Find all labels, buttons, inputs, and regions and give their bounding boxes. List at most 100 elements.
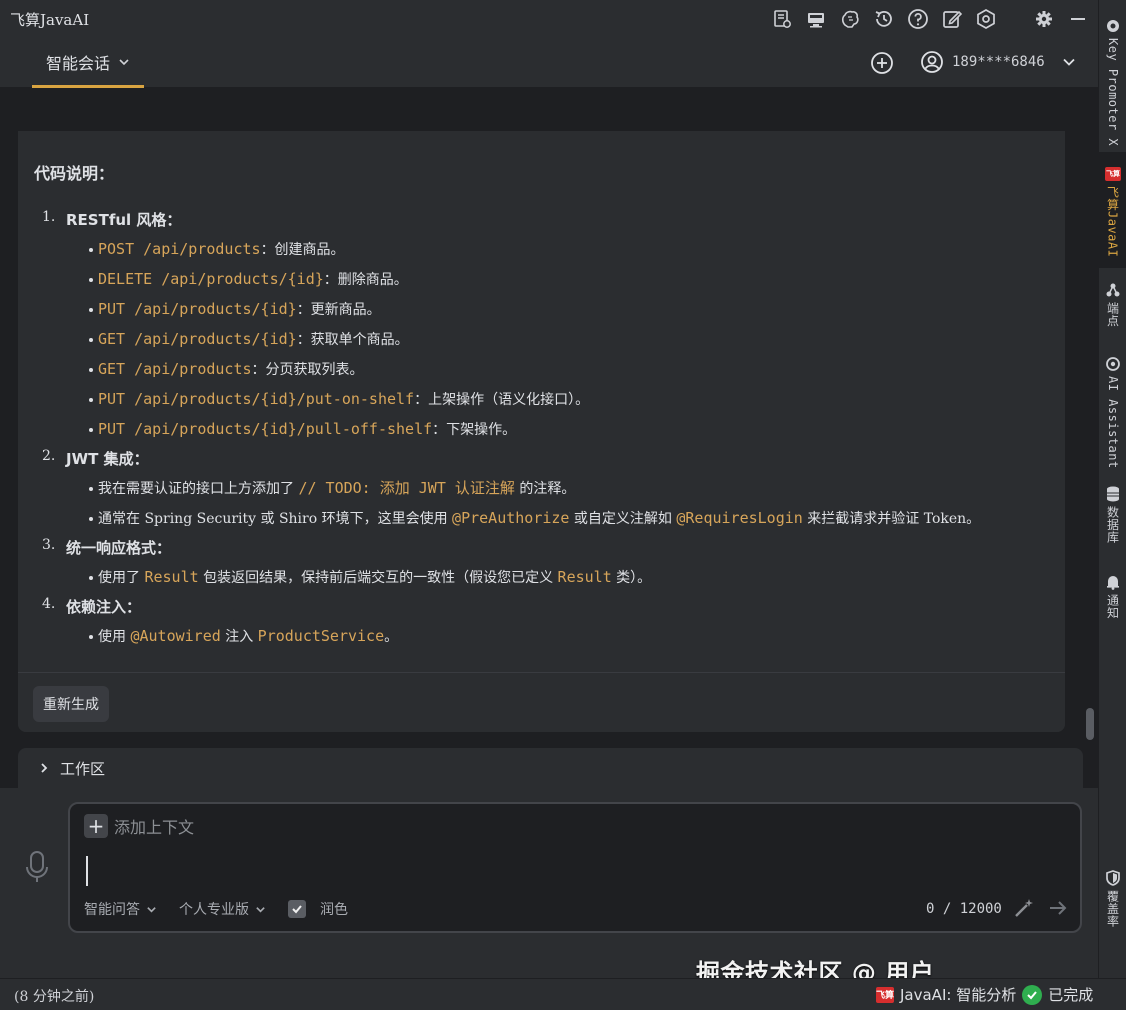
workspace-panel-header[interactable]: 工作区 <box>18 748 1083 788</box>
explanation-section: 3. 统一响应格式： 使用了 Result 包装返回结果，保持前后端交互的一致性（假… <box>34 534 1044 593</box>
text-segment: ：上架操作（语义化接口）。 <box>414 392 590 408</box>
explanation-section: 1. RESTful 风格： POST /api/products：创建商品。 DEL… <box>34 206 1044 445</box>
feisuan-logo-icon: 飞算 <box>876 986 894 1003</box>
text-segment: 包装返回结果，保持前后端交互的一致性（假设您已定义 <box>198 570 558 586</box>
tool-label: 端点 <box>1105 302 1120 327</box>
history-icon[interactable] <box>872 7 896 31</box>
message-actions: 重新生成 <box>18 672 1065 732</box>
monitor-icon[interactable] <box>804 7 828 31</box>
text-caret <box>86 856 88 886</box>
bullet-item: GET /api/products：分页获取列表。 <box>66 355 1044 385</box>
workspace-label: 工作区 <box>60 759 106 778</box>
bell-icon <box>1105 574 1121 590</box>
tool-ai-assistant[interactable]: AI Assistant <box>1099 356 1126 469</box>
database-icon <box>1105 486 1121 502</box>
inline-code: @PreAuthorize <box>452 509 570 527</box>
plugin-status[interactable]: 飞算 JavaAI: 智能分析 已完成 <box>876 984 1093 1005</box>
endpoints-icon <box>1105 282 1121 298</box>
inline-code: GET /api/products/{id} <box>98 330 297 348</box>
microphone-icon[interactable] <box>23 848 51 888</box>
input-section: + 添加上下文 智能问答 个人专业版 润色 0 / 12000 <box>0 788 1098 976</box>
status-bar: (8 分钟之前) 飞算 JavaAI: 智能分析 已完成 <box>0 978 1126 1010</box>
tab-bar: 智能会话 189****6846 <box>0 38 1098 88</box>
inline-code: GET /api/products <box>98 360 252 378</box>
regenerate-button[interactable]: 重新生成 <box>33 686 109 722</box>
bullet-item: 使用了 Result 包装返回结果，保持前后端交互的一致性（假设您已定义 Res… <box>66 563 1044 593</box>
char-counter: 0 / 12000 <box>926 901 1002 917</box>
brain-icon[interactable] <box>838 7 862 31</box>
tool-label: AI Assistant <box>1106 376 1120 469</box>
chevron-down-icon <box>119 58 129 65</box>
bullet-list: 使用 @Autowired 注入 ProductService。 <box>66 622 1044 652</box>
tool-label: 通知 <box>1105 594 1120 619</box>
polish-checkbox[interactable]: 润色 <box>288 899 348 919</box>
tool-label: 数据库 <box>1105 506 1120 544</box>
toolbar <box>770 7 1090 31</box>
separator <box>1008 7 1022 31</box>
section-number: 4. <box>42 596 56 612</box>
text-segment: 或自定义注解如 <box>569 511 677 527</box>
tool-coverage[interactable]: 覆盖率 <box>1099 870 1126 928</box>
tool-feisuan-javaai[interactable]: 飞算 飞算JavaAI <box>1099 152 1126 268</box>
bullet-list: 使用了 Result 包装返回结果，保持前后端交互的一致性（假设您已定义 Res… <box>66 563 1044 593</box>
document-settings-icon[interactable] <box>770 7 794 31</box>
inline-code: PUT /api/products/{id}/pull-off-shelf <box>98 420 433 438</box>
bullet-item: PUT /api/products/{id}：更新商品。 <box>66 295 1044 325</box>
tool-label: 飞算JavaAI <box>1105 186 1120 258</box>
tool-database[interactable]: 数据库 <box>1099 486 1126 544</box>
feisuan-logo-icon: 飞算 <box>1105 166 1121 182</box>
ai-assistant-icon <box>1105 356 1121 372</box>
tool-key-promoter[interactable]: Key Promoter X <box>1099 18 1126 146</box>
minimize-icon[interactable] <box>1066 7 1090 31</box>
chevron-down-icon <box>147 906 156 913</box>
text-segment: ：删除商品。 <box>323 272 408 288</box>
right-tool-strip: Key Promoter X 飞算 飞算JavaAI 端点 AI Assista… <box>1098 0 1126 978</box>
section-title: 统一响应格式： <box>66 539 172 557</box>
explanation-list: 1. RESTful 风格： POST /api/products：创建商品。 DEL… <box>34 206 1044 652</box>
gear-icon[interactable] <box>1032 7 1056 31</box>
inline-code: POST /api/products <box>98 240 261 258</box>
text-segment: ：下架操作。 <box>432 422 517 438</box>
tool-endpoints[interactable]: 端点 <box>1099 282 1126 327</box>
add-context-button[interactable]: + 添加上下文 <box>84 814 194 838</box>
tool-notifications[interactable]: 通知 <box>1099 574 1126 619</box>
send-arrow-icon[interactable] <box>1046 896 1070 920</box>
section-number: 1. <box>42 209 56 225</box>
inline-code: @RequiresLogin <box>676 509 803 527</box>
input-footer: 智能问答 个人专业版 润色 0 / 12000 <box>84 896 1067 922</box>
inline-code: ProductService <box>257 627 385 645</box>
edition-dropdown[interactable]: 个人专业版 <box>179 899 266 919</box>
bullet-list: POST /api/products：创建商品。 DELETE /api/prod… <box>66 235 1044 445</box>
edition-label: 个人专业版 <box>179 902 249 918</box>
chat-area: 代码说明： 1. RESTful 风格： POST /api/products：创建… <box>0 88 1098 788</box>
message-body: 代码说明： 1. RESTful 风格： POST /api/products：创建… <box>34 160 1044 652</box>
code-block-tail <box>18 88 1065 131</box>
explanation-section: 4. 依赖注入： 使用 @Autowired 注入 ProductService。 <box>34 593 1044 652</box>
key-promoter-icon <box>1105 18 1121 34</box>
add-context-label: 添加上下文 <box>114 818 195 837</box>
hexagon-settings-icon[interactable] <box>974 7 998 31</box>
text-segment: 。 <box>384 629 399 645</box>
text-segment: 来拦截请求并验证 Token。 <box>802 511 981 527</box>
scrollbar-thumb[interactable] <box>1086 708 1094 740</box>
chevron-right-icon <box>41 763 48 773</box>
text-segment: ：更新商品。 <box>296 302 381 318</box>
message-heading: 代码说明： <box>34 164 115 183</box>
mode-dropdown[interactable]: 智能问答 <box>84 899 157 919</box>
help-icon[interactable] <box>906 7 930 31</box>
inline-code: @Autowired <box>130 627 221 645</box>
tab-smart-chat[interactable]: 智能会话 <box>32 38 145 88</box>
status-left-text: (8 分钟之前) <box>14 989 95 1005</box>
new-chat-plus-icon[interactable] <box>869 50 895 76</box>
section-number: 2. <box>42 448 56 464</box>
chat-input[interactable]: + 添加上下文 智能问答 个人专业版 润色 0 / 12000 <box>68 802 1082 933</box>
explanation-section: 2. JWT 集成： 我在需要认证的接口上方添加了 // TODO: 添加 JWT … <box>34 445 1044 534</box>
user-menu[interactable]: 189****6846 <box>920 50 1077 74</box>
magic-wand-icon[interactable] <box>1012 896 1036 920</box>
text-segment: 注入 <box>220 629 258 645</box>
text-segment: 的注释。 <box>514 481 576 497</box>
edit-icon[interactable] <box>940 7 964 31</box>
section-title: RESTful 风格： <box>66 211 182 229</box>
text-segment: 使用 <box>98 629 131 645</box>
text-segment: 我在需要认证的接口上方添加了 <box>98 481 299 497</box>
